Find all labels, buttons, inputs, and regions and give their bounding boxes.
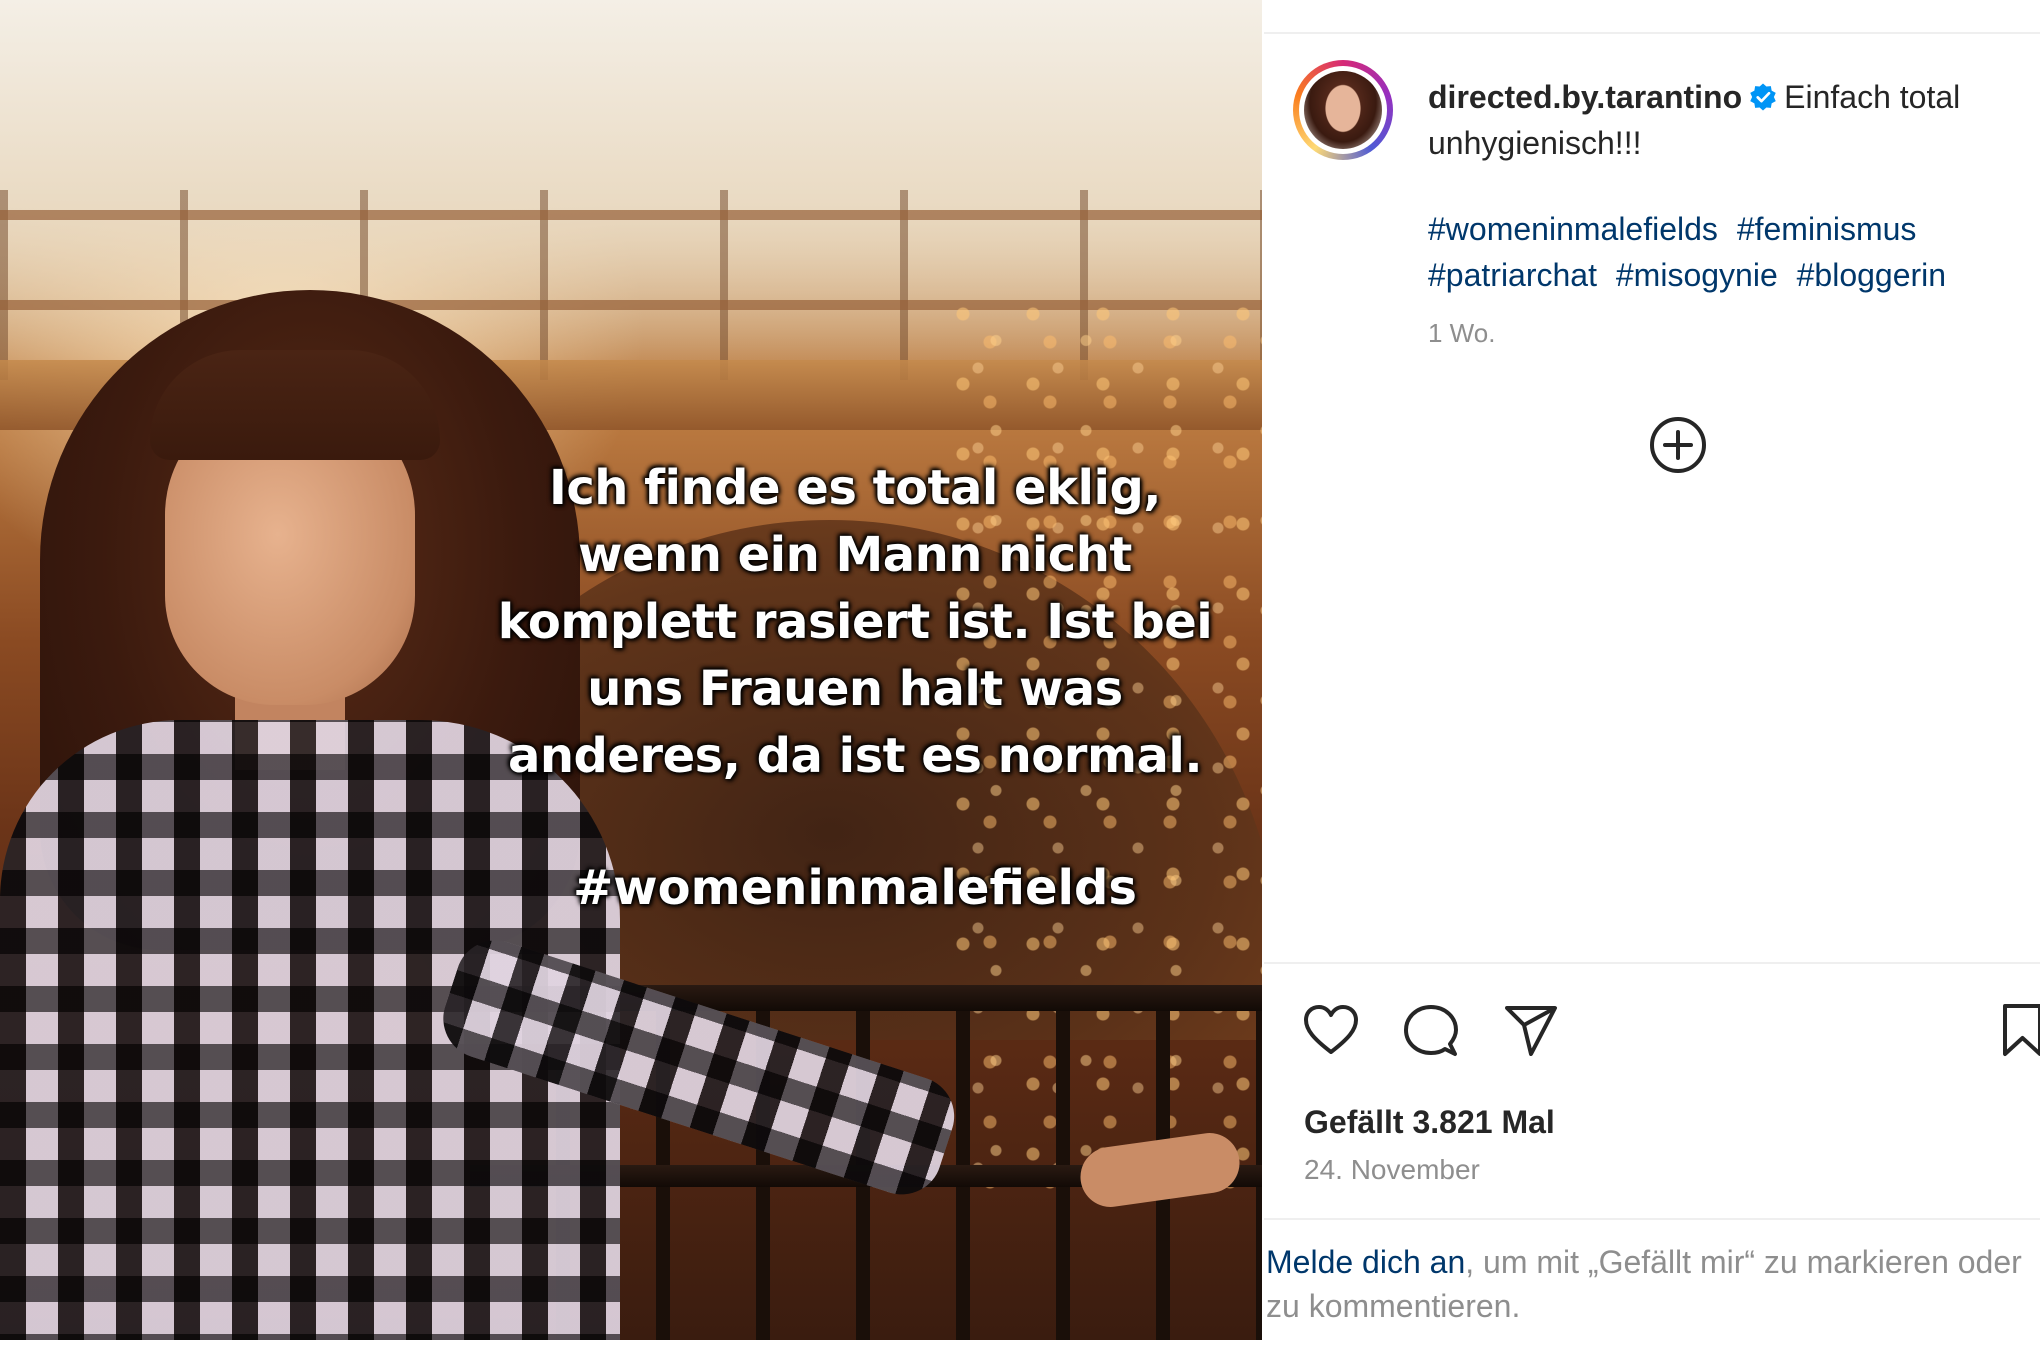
hashtag-link[interactable]: #feminismus	[1737, 211, 1917, 247]
likes-count[interactable]: Gefällt 3.821 Mal	[1304, 1104, 1555, 1141]
avatar-image	[1304, 71, 1382, 149]
post-overlay-hashtag: #womeninmalefields	[573, 860, 1137, 916]
login-prompt: Melde dich an, um mit „Gefällt mir“ zu m…	[1266, 1240, 2036, 1328]
bookmark-icon[interactable]	[2000, 1002, 2040, 1060]
post-date[interactable]: 24. November	[1304, 1154, 1480, 1186]
hashtag-link[interactable]: #patriarchat	[1428, 257, 1597, 293]
verified-badge-icon	[1750, 83, 1776, 111]
post-overlay-text: Ich finde es total eklig, wenn ein Mann …	[497, 460, 1213, 784]
comment-icon[interactable]	[1402, 1002, 1460, 1060]
photo-person-bangs	[150, 350, 440, 460]
avatar[interactable]	[1293, 60, 1393, 160]
actions-divider	[1264, 962, 2040, 964]
hashtag-list: #womeninmalefields #feminismus #patriarc…	[1428, 206, 2018, 298]
paper-plane-icon[interactable]	[1502, 1002, 1560, 1060]
hashtag-link[interactable]: #bloggerin	[1797, 257, 1946, 293]
heart-icon[interactable]	[1302, 1002, 1360, 1060]
plus-circle-icon[interactable]	[1647, 414, 1709, 476]
post-time-ago[interactable]: 1 Wo.	[1428, 318, 1495, 349]
post-image[interactable]: Ich finde es total eklig, wenn ein Mann …	[0, 0, 1262, 1340]
post-caption: directed.by.tarantino Einfach total unhy…	[1428, 74, 2018, 166]
photo-bridge-bar-top	[0, 210, 1262, 220]
login-link[interactable]: Melde dich an	[1266, 1244, 1465, 1280]
username-link[interactable]: directed.by.tarantino	[1428, 79, 1742, 115]
page-bottom-edge	[0, 1340, 2040, 1360]
hashtag-link[interactable]: #womeninmalefields	[1428, 211, 1718, 247]
top-divider	[1264, 32, 2040, 34]
bottom-divider	[1264, 1218, 2040, 1220]
avatar-inner	[1299, 66, 1387, 154]
hashtag-link[interactable]: #misogynie	[1616, 257, 1778, 293]
